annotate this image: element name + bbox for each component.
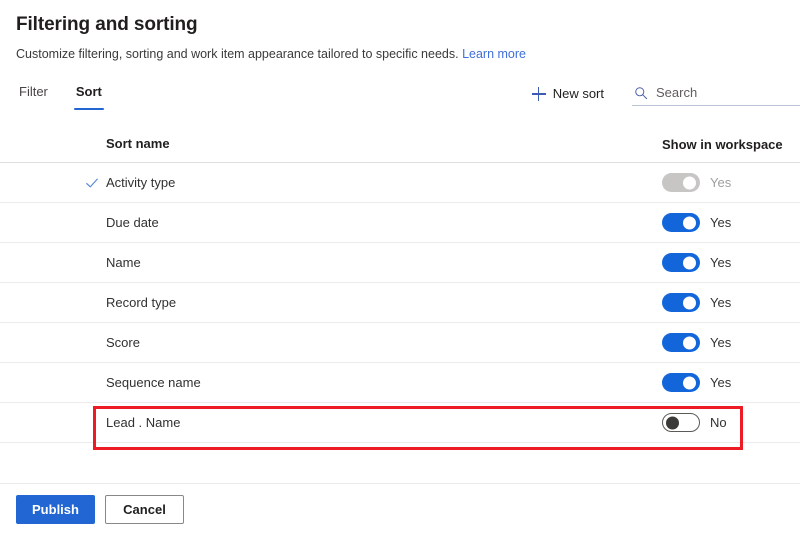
toggle-state-label: Yes: [710, 174, 732, 190]
show-in-workspace-toggle[interactable]: [662, 213, 700, 232]
tab-list: Filter Sort: [0, 79, 105, 110]
check-icon: [86, 178, 98, 187]
show-in-workspace-toggle[interactable]: [662, 333, 700, 352]
page-header: Filtering and sorting Customize filterin…: [0, 0, 800, 63]
sort-name-label: Record type: [106, 294, 177, 310]
table-row[interactable]: Score Yes: [0, 323, 800, 363]
tab-filter[interactable]: Filter: [16, 79, 51, 110]
toggle-state-label: No: [710, 414, 727, 430]
new-sort-button[interactable]: New sort: [526, 81, 610, 107]
sort-table: Sort name Show in workspace Activity typ…: [0, 125, 800, 443]
cancel-button[interactable]: Cancel: [105, 494, 184, 524]
new-sort-label: New sort: [552, 86, 604, 101]
toggle-state-label: Yes: [710, 254, 732, 270]
search-box[interactable]: [632, 82, 800, 106]
search-input[interactable]: [656, 85, 798, 100]
page-subtitle: Customize filtering, sorting and work it…: [16, 45, 784, 63]
show-in-workspace-cell: Yes: [662, 293, 800, 312]
tab-sort[interactable]: Sort: [73, 79, 105, 110]
show-in-workspace-cell: Yes: [662, 333, 800, 352]
sort-name-label: Due date: [106, 214, 159, 230]
show-in-workspace-toggle[interactable]: [662, 373, 700, 392]
show-in-workspace-cell: Yes: [662, 253, 800, 272]
table-row[interactable]: Name Yes: [0, 243, 800, 283]
toolbar-strip: Filter Sort New sort: [0, 79, 800, 121]
page-subtitle-text: Customize filtering, sorting and work it…: [16, 47, 459, 61]
toggle-state-label: Yes: [710, 214, 732, 230]
search-icon: [635, 86, 648, 99]
publish-button[interactable]: Publish: [16, 494, 95, 524]
show-in-workspace-toggle[interactable]: [662, 293, 700, 312]
table-row[interactable]: Record type Yes: [0, 283, 800, 323]
plus-icon: [531, 87, 546, 101]
toggle-state-label: Yes: [710, 374, 732, 390]
table-row[interactable]: Activity type Yes: [0, 163, 800, 203]
sort-name-label: Name: [106, 254, 141, 270]
toggle-state-label: Yes: [710, 294, 732, 310]
show-in-workspace-toggle[interactable]: [662, 413, 700, 432]
page-title: Filtering and sorting: [16, 14, 198, 35]
table-row-highlighted[interactable]: Lead . Name No: [0, 403, 800, 443]
show-in-workspace-toggle[interactable]: [662, 253, 700, 272]
learn-more-link[interactable]: Learn more: [462, 47, 526, 61]
table-row[interactable]: Sequence name Yes: [0, 363, 800, 403]
toggle-state-label: Yes: [710, 334, 732, 350]
toolbar-actions: New sort: [526, 81, 800, 107]
table-row[interactable]: Due date Yes: [0, 203, 800, 243]
show-in-workspace-cell: Yes: [662, 373, 800, 392]
sort-name-label: Sequence name: [106, 374, 201, 390]
show-in-workspace-cell: No: [662, 413, 800, 432]
show-in-workspace-cell: Yes: [662, 173, 800, 192]
sort-name-label: Lead . Name: [106, 414, 181, 430]
column-header-show-in-workspace: Show in workspace: [662, 136, 783, 152]
footer-actions: Publish Cancel: [0, 483, 800, 534]
show-in-workspace-cell: Yes: [662, 213, 800, 232]
sort-name-label: Score: [106, 334, 140, 350]
table-header-row: Sort name Show in workspace: [0, 125, 800, 163]
sort-name-label: Activity type: [106, 174, 176, 190]
show-in-workspace-toggle: [662, 173, 700, 192]
column-header-sort-name: Sort name: [106, 135, 170, 151]
